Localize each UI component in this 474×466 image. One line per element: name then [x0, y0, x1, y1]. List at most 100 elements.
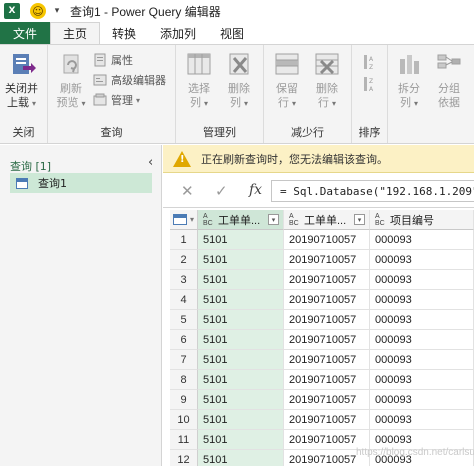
- table-cell[interactable]: 000093: [370, 290, 474, 310]
- group-close: 关闭并 上载 ▾ 关闭: [0, 45, 48, 143]
- split-column-button[interactable]: 拆分 列 ▾: [394, 49, 424, 111]
- table-cell[interactable]: 000093: [370, 370, 474, 390]
- remove-columns-button[interactable]: 删除 列 ▾: [224, 49, 254, 111]
- tab-transform[interactable]: 转换: [100, 22, 148, 44]
- group-by-button[interactable]: 分组 依据: [434, 49, 464, 110]
- remove-columns-icon: [229, 53, 249, 75]
- remove-col-label-2: 列 ▾: [229, 96, 248, 109]
- table-cell[interactable]: 000093: [370, 350, 474, 370]
- table-menu-button[interactable]: ▾: [170, 210, 198, 230]
- row-number[interactable]: 2: [170, 250, 198, 270]
- formula-input[interactable]: = Sql.Database("192.168.1.209",: [271, 180, 474, 202]
- table-cell[interactable]: 5101: [198, 310, 284, 330]
- query-item-label: 查询1: [38, 177, 67, 190]
- refresh-icon: [63, 54, 79, 74]
- table-cell[interactable]: 000093: [370, 410, 474, 430]
- table-cell[interactable]: 000093: [370, 270, 474, 290]
- table-cell[interactable]: 5101: [198, 270, 284, 290]
- table-cell[interactable]: 20190710057: [284, 290, 370, 310]
- group-by-icon: [437, 54, 461, 69]
- table-cell[interactable]: 5101: [198, 450, 284, 466]
- close-load-label-2: 上载 ▾: [6, 96, 36, 109]
- refresh-preview-button[interactable]: 刷新 预览 ▾: [56, 49, 86, 111]
- cancel-icon[interactable]: ✕: [181, 182, 194, 200]
- fx-icon[interactable]: fx: [249, 182, 262, 198]
- warning-text: 正在刷新查询时，您无法编辑该查询。: [201, 152, 388, 166]
- split-label-1: 拆分: [398, 82, 420, 95]
- row-number[interactable]: 4: [170, 290, 198, 310]
- close-load-button[interactable]: 关闭并 上载 ▾: [5, 49, 38, 111]
- row-number[interactable]: 6: [170, 330, 198, 350]
- row-number[interactable]: 3: [170, 270, 198, 290]
- remove-col-label-1: 删除: [228, 82, 250, 95]
- text-type-icon[interactable]: A BC: [289, 213, 300, 227]
- table-cell[interactable]: 20190710057: [284, 330, 370, 350]
- table-cell[interactable]: 000093: [370, 250, 474, 270]
- table-cell[interactable]: 5101: [198, 250, 284, 270]
- keep-rows-button[interactable]: 保留 行 ▾: [272, 49, 302, 111]
- choose-columns-button[interactable]: 选择 列 ▾: [184, 49, 214, 111]
- table-cell[interactable]: 5101: [198, 390, 284, 410]
- table-cell[interactable]: 5101: [198, 330, 284, 350]
- table-cell[interactable]: 5101: [198, 290, 284, 310]
- column-header[interactable]: A BC 工单单... ▾: [198, 210, 284, 230]
- table-cell[interactable]: 20190710057: [284, 370, 370, 390]
- customize-qa-icon[interactable]: ▾: [52, 6, 62, 16]
- row-number[interactable]: 11: [170, 430, 198, 450]
- text-type-icon[interactable]: A BC: [375, 213, 386, 227]
- text-type-icon[interactable]: A BC: [203, 213, 214, 227]
- table-cell[interactable]: 5101: [198, 350, 284, 370]
- table-cell[interactable]: 5101: [198, 410, 284, 430]
- sort-asc-icon[interactable]: A Z: [362, 53, 378, 71]
- confirm-icon[interactable]: ✓: [215, 182, 228, 200]
- keep-rows-icon: [275, 53, 299, 75]
- group-by-label-2: 依据: [438, 96, 460, 109]
- table-row: 1 5101 20190710057 000093: [170, 230, 474, 250]
- advanced-editor-icon: [93, 74, 107, 86]
- table-cell[interactable]: 20190710057: [284, 410, 370, 430]
- table-row: 8 5101 20190710057 000093: [170, 370, 474, 390]
- tab-home[interactable]: 主页: [50, 22, 101, 44]
- column-title: 工单单...: [218, 214, 261, 227]
- filter-dropdown-icon[interactable]: ▾: [268, 214, 279, 225]
- choose-columns-icon: [187, 53, 211, 75]
- warning-icon: [173, 150, 191, 167]
- row-number[interactable]: 7: [170, 350, 198, 370]
- table-cell[interactable]: 000093: [370, 330, 474, 350]
- refresh-label-1: 刷新: [60, 82, 82, 95]
- table-cell[interactable]: 5101: [198, 430, 284, 450]
- row-number[interactable]: 1: [170, 230, 198, 250]
- table-cell[interactable]: 000093: [370, 230, 474, 250]
- row-number[interactable]: 9: [170, 390, 198, 410]
- tab-file[interactable]: 文件: [0, 22, 50, 44]
- table-cell[interactable]: 20190710057: [284, 230, 370, 250]
- row-number[interactable]: 12: [170, 450, 198, 466]
- manage-button[interactable]: 管理 ▾: [93, 91, 140, 109]
- smiley-icon[interactable]: ☺: [30, 3, 46, 19]
- sort-desc-icon[interactable]: Z A: [362, 75, 378, 93]
- row-number[interactable]: 10: [170, 410, 198, 430]
- tab-add-column[interactable]: 添加列: [148, 22, 208, 44]
- table-cell[interactable]: 20190710057: [284, 250, 370, 270]
- properties-button[interactable]: 属性: [93, 51, 133, 69]
- row-number[interactable]: 8: [170, 370, 198, 390]
- advanced-editor-button[interactable]: 高级编辑器: [93, 71, 166, 89]
- table-cell[interactable]: 000093: [370, 390, 474, 410]
- table-cell[interactable]: 5101: [198, 370, 284, 390]
- column-header[interactable]: A BC 项目编号: [370, 210, 474, 230]
- group-transform: 拆分 列 ▾ 分组 依据: [388, 45, 474, 143]
- table-cell[interactable]: 20190710057: [284, 270, 370, 290]
- collapse-pane-icon[interactable]: ‹: [148, 155, 153, 170]
- table-cell[interactable]: 20190710057: [284, 310, 370, 330]
- table-cell[interactable]: 5101: [198, 230, 284, 250]
- table-cell[interactable]: 000093: [370, 310, 474, 330]
- query-list-item[interactable]: 查询1: [10, 173, 152, 193]
- filter-dropdown-icon[interactable]: ▾: [354, 214, 365, 225]
- tab-view[interactable]: 视图: [208, 22, 256, 44]
- column-header[interactable]: A BC 工单单... ▾: [284, 210, 370, 230]
- row-number[interactable]: 5: [170, 310, 198, 330]
- table-cell[interactable]: 20190710057: [284, 390, 370, 410]
- remove-rows-button[interactable]: 删除 行 ▾: [312, 49, 342, 111]
- table-cell[interactable]: 20190710057: [284, 350, 370, 370]
- group-sort: A Z Z A 排序: [352, 45, 388, 143]
